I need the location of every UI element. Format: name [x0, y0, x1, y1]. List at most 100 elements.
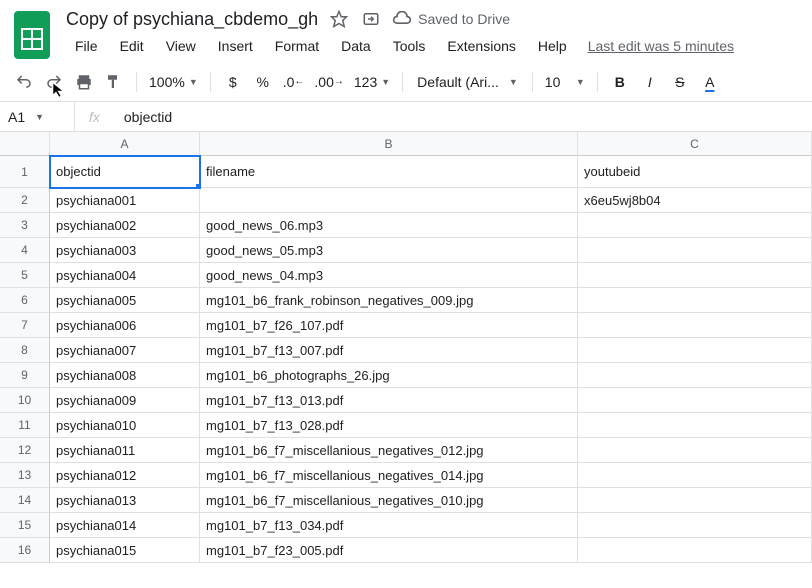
menu-view[interactable]: View	[157, 34, 205, 58]
cell[interactable]: good_news_06.mp3	[200, 213, 578, 238]
cell[interactable]: mg101_b6_f7_miscellanious_negatives_012.…	[200, 438, 578, 463]
cell[interactable]	[578, 313, 812, 338]
cell[interactable]	[578, 413, 812, 438]
cell[interactable]: mg101_b6_frank_robinson_negatives_009.jp…	[200, 288, 578, 313]
cell[interactable]: psychiana010	[50, 413, 200, 438]
cell[interactable]	[200, 188, 578, 213]
sheets-logo[interactable]	[12, 10, 52, 60]
text-color-button[interactable]: A	[696, 68, 724, 96]
cell[interactable]: youtubeid	[578, 156, 812, 188]
cell[interactable]: psychiana014	[50, 513, 200, 538]
row-header[interactable]: 14	[0, 488, 50, 513]
cell[interactable]: psychiana002	[50, 213, 200, 238]
row-header[interactable]: 1	[0, 156, 50, 188]
menu-data[interactable]: Data	[332, 34, 380, 58]
cell[interactable]: psychiana006	[50, 313, 200, 338]
cell[interactable]	[578, 488, 812, 513]
cell[interactable]: psychiana004	[50, 263, 200, 288]
cell[interactable]: x6eu5wj8b04	[578, 188, 812, 213]
last-edit[interactable]: Last edit was 5 minutes	[580, 34, 734, 58]
cell[interactable]: good_news_04.mp3	[200, 263, 578, 288]
row-header[interactable]: 6	[0, 288, 50, 313]
redo-button[interactable]	[40, 68, 68, 96]
cell[interactable]: mg101_b6_f7_miscellanious_negatives_010.…	[200, 488, 578, 513]
row-header[interactable]: 3	[0, 213, 50, 238]
row-header[interactable]: 7	[0, 313, 50, 338]
cell[interactable]	[578, 238, 812, 263]
cell[interactable]: good_news_05.mp3	[200, 238, 578, 263]
col-header-b[interactable]: B	[200, 132, 578, 156]
zoom-select[interactable]: 100%▼	[145, 68, 202, 96]
strikethrough-button[interactable]: S	[666, 68, 694, 96]
cell[interactable]: psychiana012	[50, 463, 200, 488]
row-header[interactable]: 16	[0, 538, 50, 563]
undo-button[interactable]	[10, 68, 38, 96]
cell[interactable]: psychiana007	[50, 338, 200, 363]
spreadsheet-grid[interactable]: A B C 1objectidfilenameyoutubeid2psychia…	[0, 132, 812, 563]
cell[interactable]: psychiana011	[50, 438, 200, 463]
star-icon[interactable]	[328, 8, 350, 30]
document-title[interactable]: Copy of psychiana_cbdemo_gh	[66, 9, 318, 30]
cell[interactable]: mg101_b7_f26_107.pdf	[200, 313, 578, 338]
cell[interactable]: psychiana015	[50, 538, 200, 563]
cell[interactable]: psychiana013	[50, 488, 200, 513]
paint-format-button[interactable]	[100, 68, 128, 96]
cell[interactable]: mg101_b7_f13_013.pdf	[200, 388, 578, 413]
currency-button[interactable]: $	[219, 68, 247, 96]
row-header[interactable]: 15	[0, 513, 50, 538]
row-header[interactable]: 9	[0, 363, 50, 388]
cell[interactable]: mg101_b6_f7_miscellanious_negatives_014.…	[200, 463, 578, 488]
menu-edit[interactable]: Edit	[111, 34, 153, 58]
cell[interactable]	[578, 388, 812, 413]
col-header-c[interactable]: C	[578, 132, 812, 156]
decrease-decimal-button[interactable]: .0←	[279, 68, 309, 96]
cell[interactable]	[578, 538, 812, 563]
print-button[interactable]	[70, 68, 98, 96]
bold-button[interactable]: B	[606, 68, 634, 96]
cell[interactable]: psychiana009	[50, 388, 200, 413]
cloud-status[interactable]: Saved to Drive	[392, 11, 510, 27]
percent-button[interactable]: %	[249, 68, 277, 96]
select-all-corner[interactable]	[0, 132, 50, 156]
cell[interactable]	[578, 263, 812, 288]
cell[interactable]: mg101_b7_f13_034.pdf	[200, 513, 578, 538]
cell[interactable]	[578, 363, 812, 388]
cell[interactable]: mg101_b7_f23_005.pdf	[200, 538, 578, 563]
increase-decimal-button[interactable]: .00→	[310, 68, 347, 96]
menu-tools[interactable]: Tools	[384, 34, 435, 58]
cell[interactable]: psychiana003	[50, 238, 200, 263]
cell[interactable]: psychiana001	[50, 188, 200, 213]
row-header[interactable]: 11	[0, 413, 50, 438]
menu-file[interactable]: File	[66, 34, 107, 58]
cell[interactable]	[578, 438, 812, 463]
menu-insert[interactable]: Insert	[209, 34, 262, 58]
number-format-select[interactable]: 123▼	[350, 68, 394, 96]
menu-help[interactable]: Help	[529, 34, 576, 58]
formula-input[interactable]: objectid	[114, 109, 812, 125]
row-header[interactable]: 2	[0, 188, 50, 213]
menu-format[interactable]: Format	[266, 34, 328, 58]
row-header[interactable]: 8	[0, 338, 50, 363]
font-select[interactable]: Default (Ari...▼	[411, 74, 524, 90]
cell[interactable]: mg101_b7_f13_028.pdf	[200, 413, 578, 438]
row-header[interactable]: 5	[0, 263, 50, 288]
cell[interactable]: mg101_b6_photographs_26.jpg	[200, 363, 578, 388]
italic-button[interactable]: I	[636, 68, 664, 96]
move-icon[interactable]	[360, 8, 382, 30]
cell[interactable]	[578, 513, 812, 538]
row-header[interactable]: 4	[0, 238, 50, 263]
cell-a1[interactable]: objectid	[50, 156, 200, 188]
row-header[interactable]: 12	[0, 438, 50, 463]
cell[interactable]: filename	[200, 156, 578, 188]
menu-extensions[interactable]: Extensions	[438, 34, 524, 58]
cell[interactable]	[578, 288, 812, 313]
row-header[interactable]: 10	[0, 388, 50, 413]
cell[interactable]	[578, 338, 812, 363]
cell[interactable]: psychiana005	[50, 288, 200, 313]
row-header[interactable]: 13	[0, 463, 50, 488]
cell[interactable]	[578, 463, 812, 488]
name-box[interactable]: A1▼	[0, 109, 74, 125]
cell[interactable]: mg101_b7_f13_007.pdf	[200, 338, 578, 363]
cell[interactable]	[578, 213, 812, 238]
cell[interactable]: psychiana008	[50, 363, 200, 388]
